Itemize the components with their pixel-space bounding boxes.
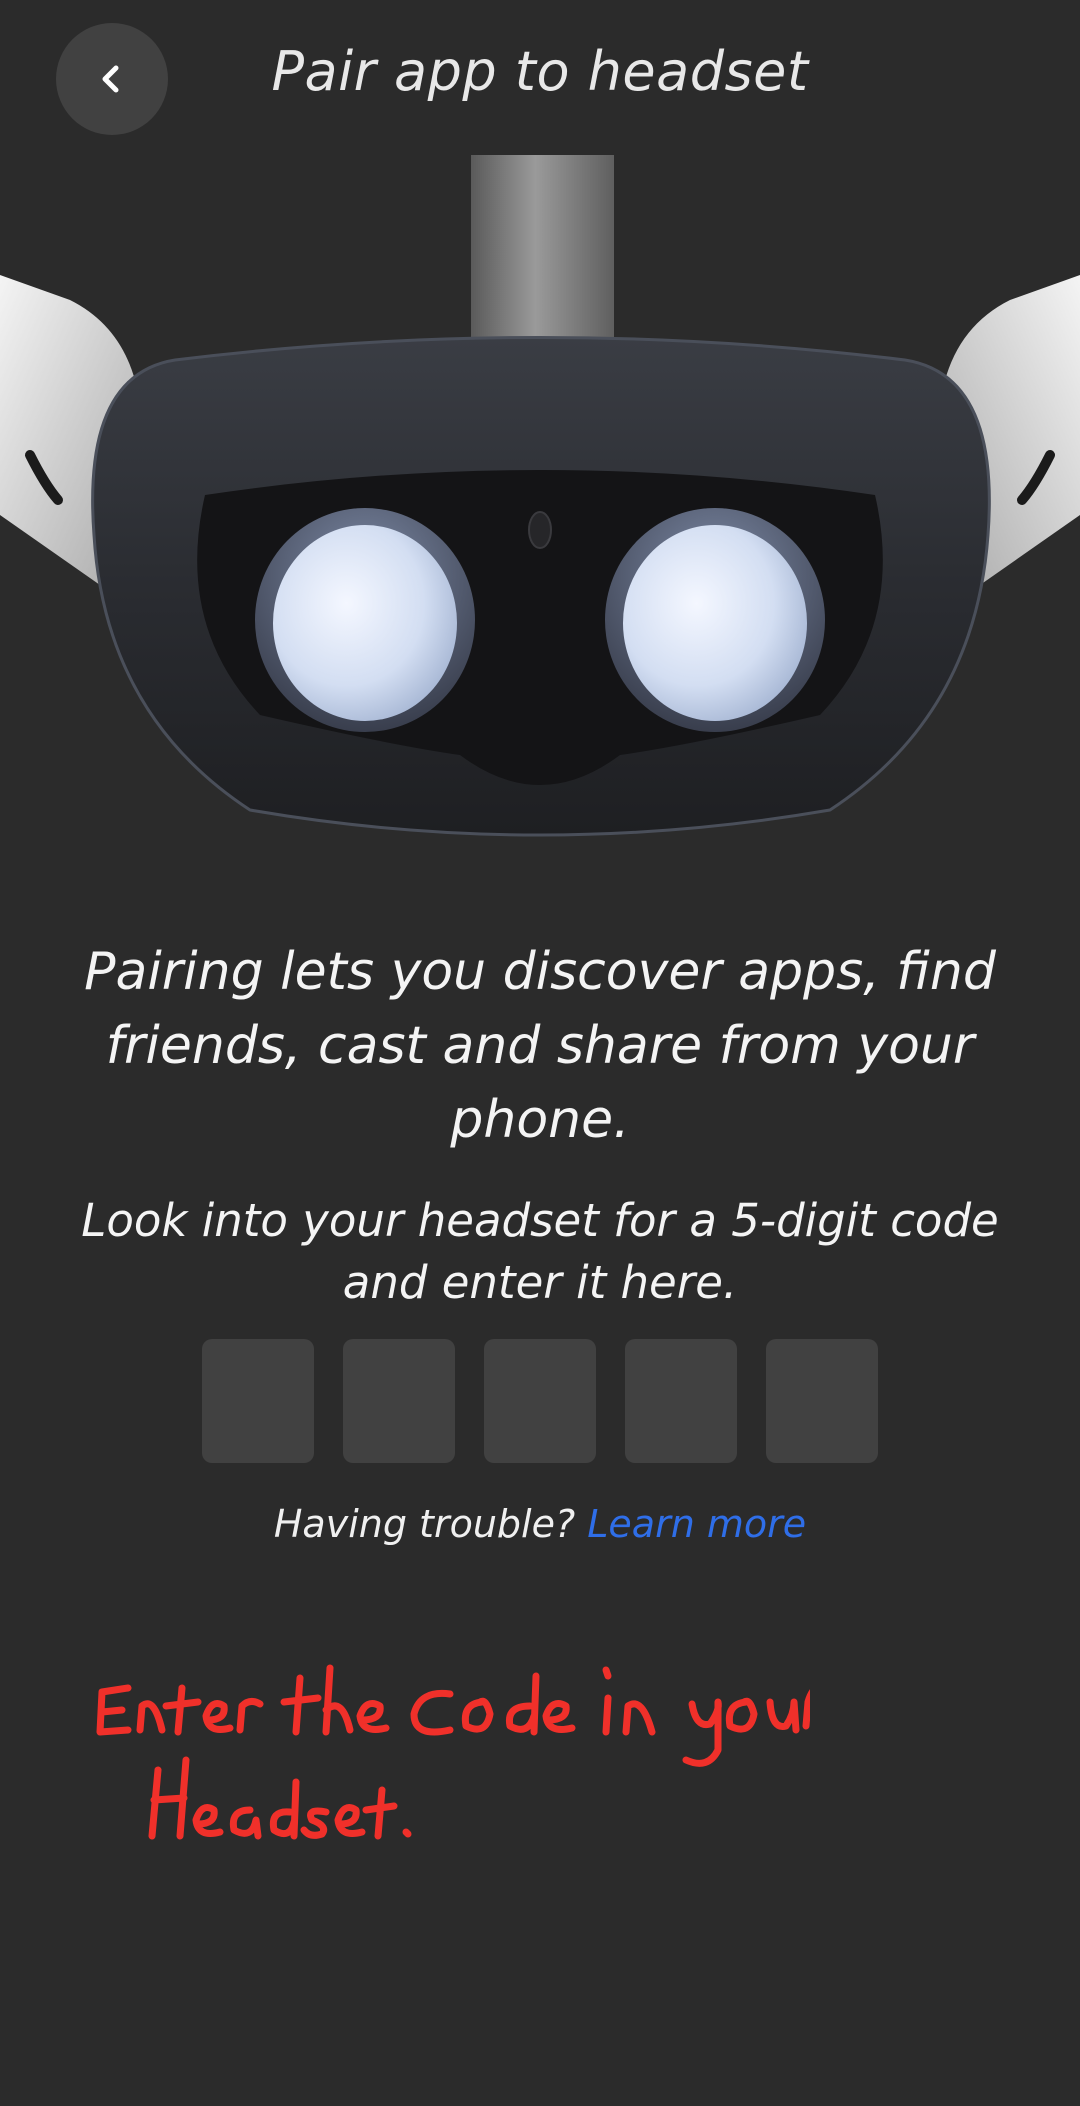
code-digit-2[interactable] [343, 1339, 455, 1463]
right-lens [623, 525, 807, 721]
headset-top-strap [471, 155, 614, 365]
headset-image [0, 155, 1080, 837]
pairing-description: Pairing lets you discover apps, find fri… [84, 942, 996, 1150]
left-lens [273, 525, 457, 721]
help-prefix: Having trouble? [273, 1502, 576, 1546]
header: Pair app to headset [0, 0, 1080, 160]
page-title: Pair app to headset [271, 40, 809, 103]
code-input-group [202, 1339, 878, 1463]
code-digit-1[interactable] [202, 1339, 314, 1463]
handwritten-annotation [96, 1664, 810, 1840]
code-digit-4[interactable] [625, 1339, 737, 1463]
learn-more-link[interactable]: Learn more [587, 1502, 806, 1546]
code-instruction: Look into your headset for a 5-digit cod… [81, 1194, 999, 1309]
code-digit-3[interactable] [484, 1339, 596, 1463]
help-text: Having trouble? Learn more [0, 1502, 1080, 1546]
code-digit-5[interactable] [766, 1339, 878, 1463]
